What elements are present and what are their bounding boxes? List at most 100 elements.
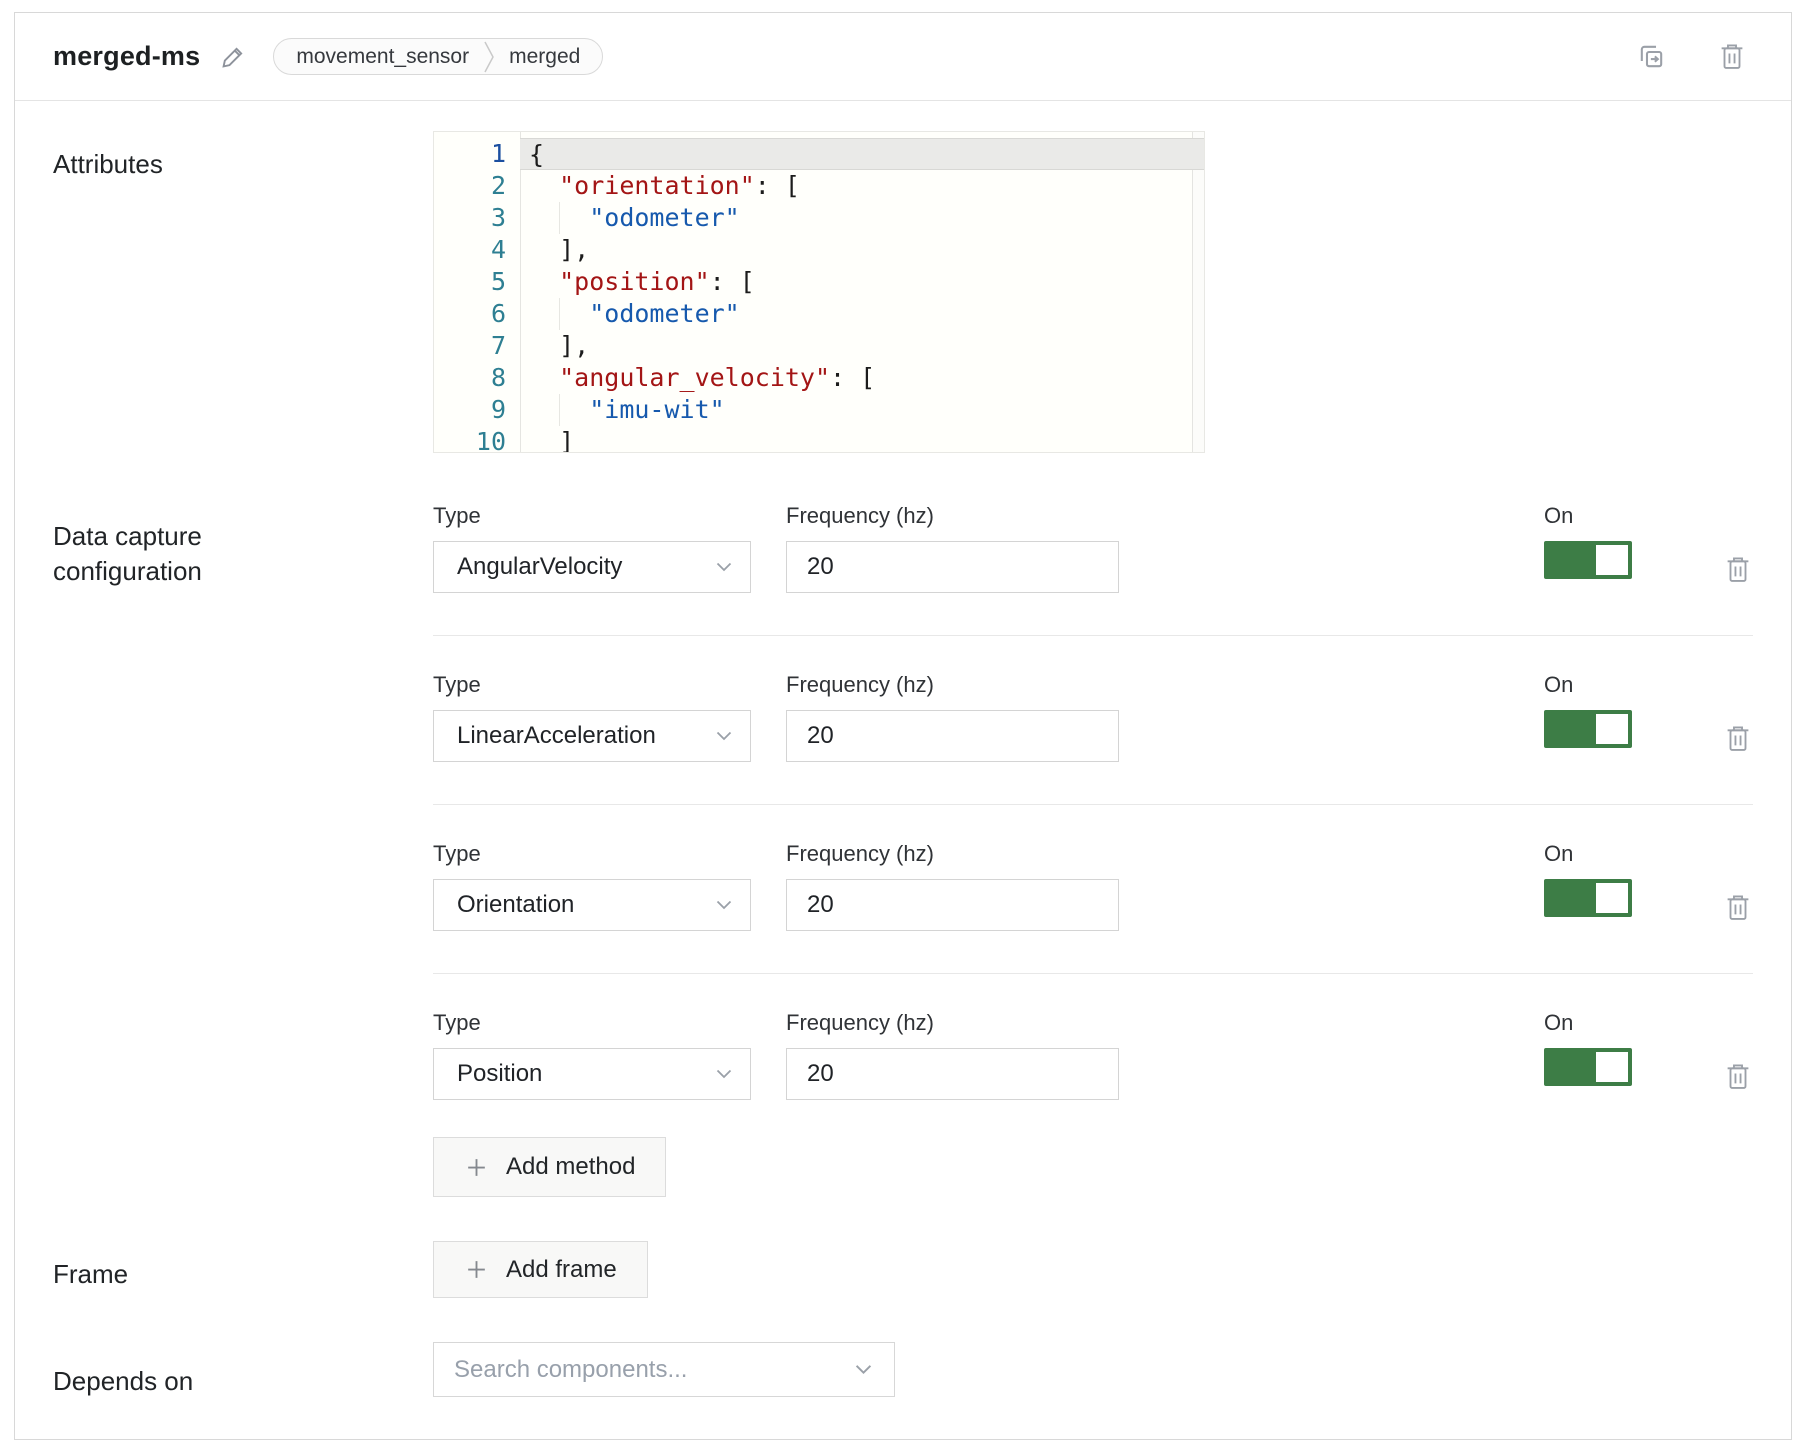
row-divider [433, 804, 1753, 805]
edit-name-button[interactable] [220, 43, 247, 70]
add-frame-label: Add frame [506, 1256, 617, 1284]
depends-on-placeholder: Search components... [454, 1356, 687, 1384]
duplicate-button[interactable] [1636, 41, 1667, 72]
type-select-value: AngularVelocity [457, 553, 622, 581]
trash-icon [1725, 724, 1751, 754]
code-line: 3 "odometer" [434, 202, 1204, 234]
trash-icon [1725, 893, 1751, 923]
type-select[interactable]: AngularVelocity [433, 541, 751, 593]
code-line: 8 "angular_velocity": [ [434, 362, 1204, 394]
card-header: merged-ms movement_sensor merged [15, 13, 1791, 101]
frequency-input[interactable] [786, 1048, 1119, 1100]
data-capture-row: Type Position Frequency (hz) On [433, 1010, 1753, 1100]
depends-on-select[interactable]: Search components... [433, 1342, 895, 1397]
frame-label: Frame [53, 1241, 303, 1298]
data-capture-rows: Type AngularVelocity Frequency (hz) On [433, 503, 1753, 1100]
chevron-down-icon [716, 562, 732, 572]
type-label: Type [433, 1010, 751, 1036]
add-method-label: Add method [506, 1153, 635, 1181]
capture-toggle[interactable] [1544, 879, 1632, 917]
line-number: 7 [434, 330, 520, 362]
component-config-card: merged-ms movement_sensor merged [14, 12, 1792, 1440]
breadcrumb-type: movement_sensor [296, 45, 469, 69]
toggle-knob [1596, 545, 1628, 575]
type-select[interactable]: Orientation [433, 879, 751, 931]
data-capture-row: Type AngularVelocity Frequency (hz) On [433, 503, 1753, 593]
line-number: 4 [434, 234, 520, 266]
chevron-down-icon [716, 900, 732, 910]
frequency-input[interactable] [786, 879, 1119, 931]
code-line: 6 "odometer" [434, 298, 1204, 330]
chevron-down-icon [716, 1069, 732, 1079]
row-divider [433, 973, 1753, 974]
type-select[interactable]: Position [433, 1048, 751, 1100]
frequency-input[interactable] [786, 541, 1119, 593]
indent-guide [559, 202, 560, 234]
type-label: Type [433, 503, 751, 529]
duplicate-icon [1636, 41, 1667, 72]
code-line: 10 ] [434, 426, 1204, 453]
delete-capture-row-button[interactable] [1725, 716, 1751, 762]
depends-on-section: Depends on Search components... [53, 1342, 1753, 1399]
frame-section: Frame Add frame [53, 1241, 1753, 1298]
frequency-label: Frequency (hz) [786, 672, 1119, 698]
capture-toggle[interactable] [1544, 1048, 1632, 1086]
indent-guide [559, 394, 560, 426]
attributes-section: Attributes 1{2 "orientation": [3 "odomet… [53, 131, 1753, 453]
on-label: On [1544, 672, 1690, 698]
toggle-knob [1596, 883, 1628, 913]
line-number: 3 [434, 202, 520, 234]
type-select-value: LinearAcceleration [457, 722, 656, 750]
code-line: 5 "position": [ [434, 266, 1204, 298]
add-method-button[interactable]: Add method [433, 1137, 666, 1197]
type-select-value: Orientation [457, 891, 574, 919]
type-select[interactable]: LinearAcceleration [433, 710, 751, 762]
trash-icon [1725, 1062, 1751, 1092]
delete-capture-row-button[interactable] [1725, 1054, 1751, 1100]
line-number: 10 [434, 426, 520, 453]
plus-icon [464, 1155, 489, 1180]
card-body: Attributes 1{2 "orientation": [3 "odomet… [15, 101, 1791, 1439]
on-label: On [1544, 841, 1690, 867]
attributes-label: Attributes [53, 131, 303, 453]
data-capture-row: Type LinearAcceleration Frequency (hz) O… [433, 672, 1753, 762]
type-label: Type [433, 672, 751, 698]
frequency-label: Frequency (hz) [786, 1010, 1119, 1036]
breadcrumb: movement_sensor merged [273, 38, 603, 75]
data-capture-label: Data capture configuration [53, 503, 303, 1197]
chevron-right-icon [484, 40, 494, 74]
capture-toggle[interactable] [1544, 541, 1632, 579]
trash-icon [1725, 555, 1751, 585]
pencil-icon [220, 43, 247, 70]
code-line: 1{ [434, 138, 1204, 170]
data-capture-section: Data capture configuration Type AngularV… [53, 503, 1753, 1197]
depends-on-label: Depends on [53, 1342, 303, 1399]
code-line: 7 ], [434, 330, 1204, 362]
trash-icon [1719, 42, 1745, 72]
chevron-down-icon [716, 731, 732, 741]
add-frame-button[interactable]: Add frame [433, 1241, 648, 1298]
row-divider [433, 635, 1753, 636]
code-line: 2 "orientation": [ [434, 170, 1204, 202]
frequency-input[interactable] [786, 710, 1119, 762]
line-number: 8 [434, 362, 520, 394]
code-lines: 1{2 "orientation": [3 "odometer"4 ],5 "p… [434, 132, 1204, 453]
line-number: 6 [434, 298, 520, 330]
delete-capture-row-button[interactable] [1725, 885, 1751, 931]
attributes-code-editor[interactable]: 1{2 "orientation": [3 "odometer"4 ],5 "p… [433, 131, 1205, 453]
component-name: merged-ms [53, 41, 200, 72]
line-number: 2 [434, 170, 520, 202]
breadcrumb-model: merged [509, 45, 580, 69]
delete-component-button[interactable] [1719, 42, 1745, 72]
chevron-down-icon [855, 1364, 872, 1375]
frequency-label: Frequency (hz) [786, 841, 1119, 867]
capture-toggle[interactable] [1544, 710, 1632, 748]
indent-guide [559, 298, 560, 330]
type-select-value: Position [457, 1060, 542, 1088]
delete-capture-row-button[interactable] [1725, 547, 1751, 593]
line-number: 9 [434, 394, 520, 426]
code-line: 4 ], [434, 234, 1204, 266]
toggle-knob [1596, 1052, 1628, 1082]
header-actions [1636, 41, 1753, 72]
on-label: On [1544, 503, 1690, 529]
